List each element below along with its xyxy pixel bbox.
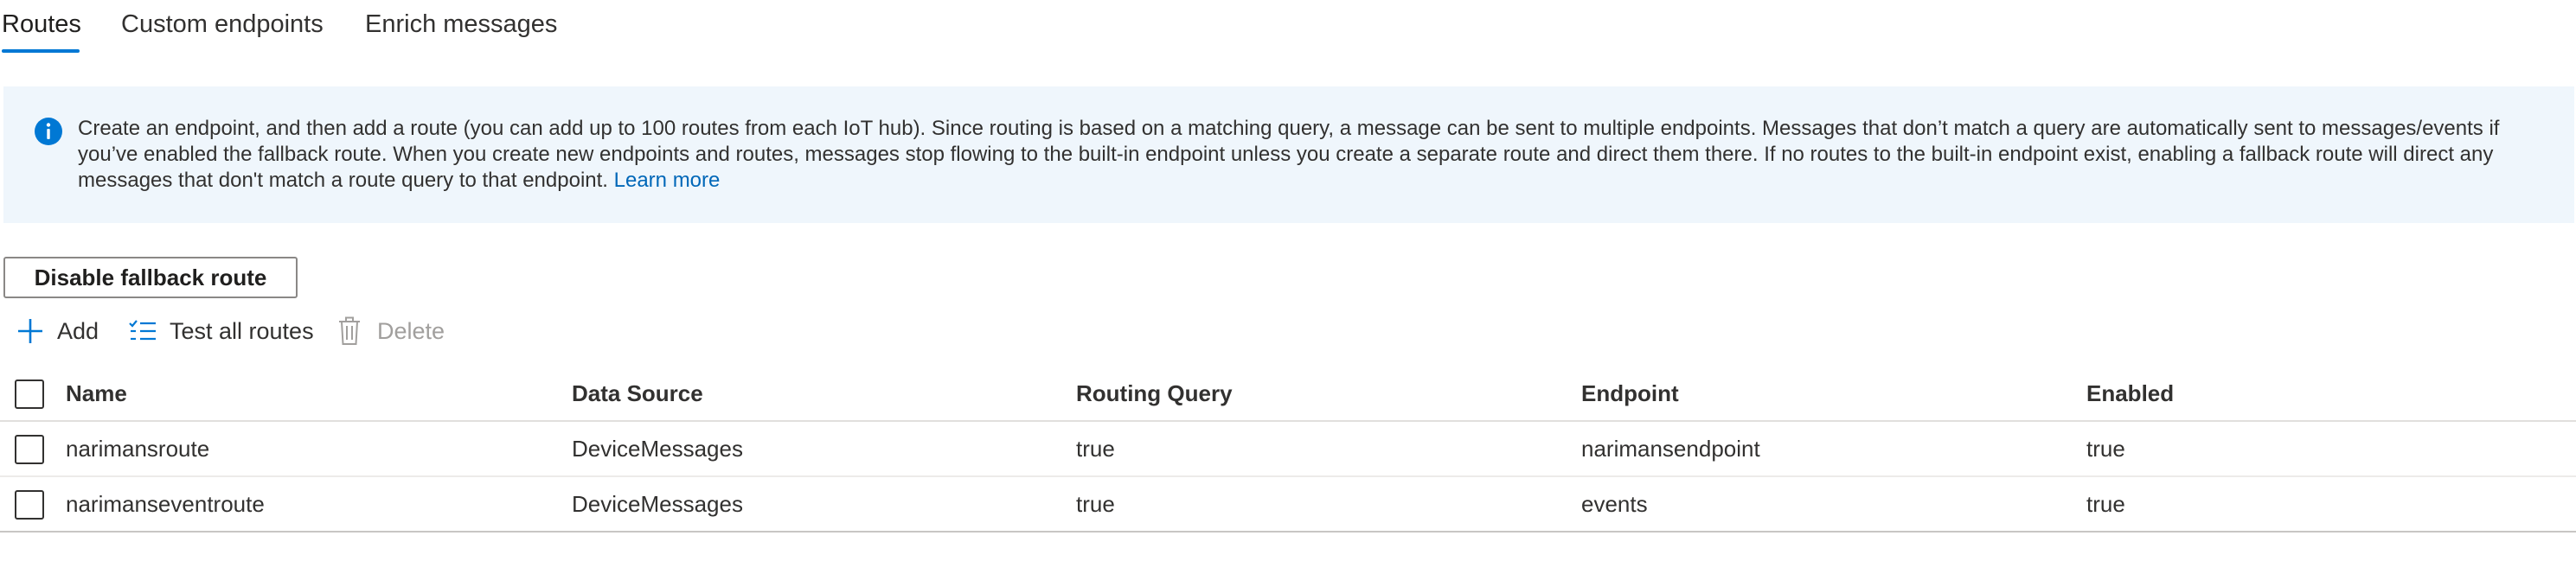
column-header-endpoint[interactable]: Endpoint	[1581, 367, 1679, 420]
route-endpoint: narimansendpoint	[1581, 435, 1760, 462]
info-text-line-1: Create an endpoint, and then add a route…	[78, 117, 2500, 140]
select-all-checkbox[interactable]	[15, 379, 44, 409]
delete-label: Delete	[377, 317, 445, 344]
table-row[interactable]: narimanseventroute DeviceMessages true e…	[0, 477, 2576, 533]
test-all-routes-button[interactable]: Test all routes	[128, 314, 314, 348]
delete-button[interactable]: Delete	[337, 314, 445, 348]
plus-icon	[18, 319, 42, 343]
tab-bar: Routes Custom endpoints Enrich messages	[0, 0, 2576, 55]
route-name[interactable]: narimanseventroute	[66, 477, 265, 531]
route-query: true	[1076, 435, 1115, 462]
route-enabled: true	[2086, 490, 2125, 517]
active-tab-indicator	[2, 49, 80, 53]
route-query: true	[1076, 490, 1115, 517]
table-header-row: Name Data Source Routing Query Endpoint …	[0, 367, 2576, 422]
column-header-name[interactable]: Name	[66, 367, 127, 420]
info-text-line-2: you’ve enabled the fallback route. When …	[78, 143, 2494, 166]
routes-page: Routes Custom endpoints Enrich messages …	[0, 0, 2576, 574]
tab-routes[interactable]: Routes	[2, 9, 81, 40]
info-text-line-3: messages that don't match a route query …	[78, 169, 608, 192]
route-name[interactable]: narimansroute	[66, 422, 209, 475]
row-checkbox[interactable]	[15, 435, 44, 464]
route-data-source: DeviceMessages	[572, 435, 743, 462]
checklist-icon	[129, 320, 156, 341]
routes-table: Name Data Source Routing Query Endpoint …	[0, 367, 2576, 533]
trash-icon	[339, 316, 360, 345]
add-button[interactable]: Add	[16, 314, 99, 348]
row-checkbox[interactable]	[15, 490, 44, 520]
column-header-enabled[interactable]: Enabled	[2086, 367, 2174, 420]
tab-custom-endpoints[interactable]: Custom endpoints	[121, 9, 324, 40]
route-data-source: DeviceMessages	[572, 490, 743, 517]
route-enabled: true	[2086, 435, 2125, 462]
info-banner: Create an endpoint, and then add a route…	[3, 86, 2574, 223]
add-label: Add	[57, 317, 99, 344]
learn-more-link[interactable]: Learn more	[614, 169, 721, 192]
table-row[interactable]: narimansroute DeviceMessages true narima…	[0, 422, 2576, 477]
tab-enrich-messages[interactable]: Enrich messages	[365, 9, 557, 40]
column-header-data-source[interactable]: Data Source	[572, 367, 703, 420]
info-icon	[35, 118, 62, 145]
disable-fallback-route-button[interactable]: Disable fallback route	[3, 257, 298, 298]
column-header-routing-query[interactable]: Routing Query	[1076, 367, 1233, 420]
info-banner-text: Create an endpoint, and then add a route…	[78, 116, 2552, 194]
test-all-routes-label: Test all routes	[170, 317, 314, 344]
route-endpoint: events	[1581, 490, 1648, 517]
